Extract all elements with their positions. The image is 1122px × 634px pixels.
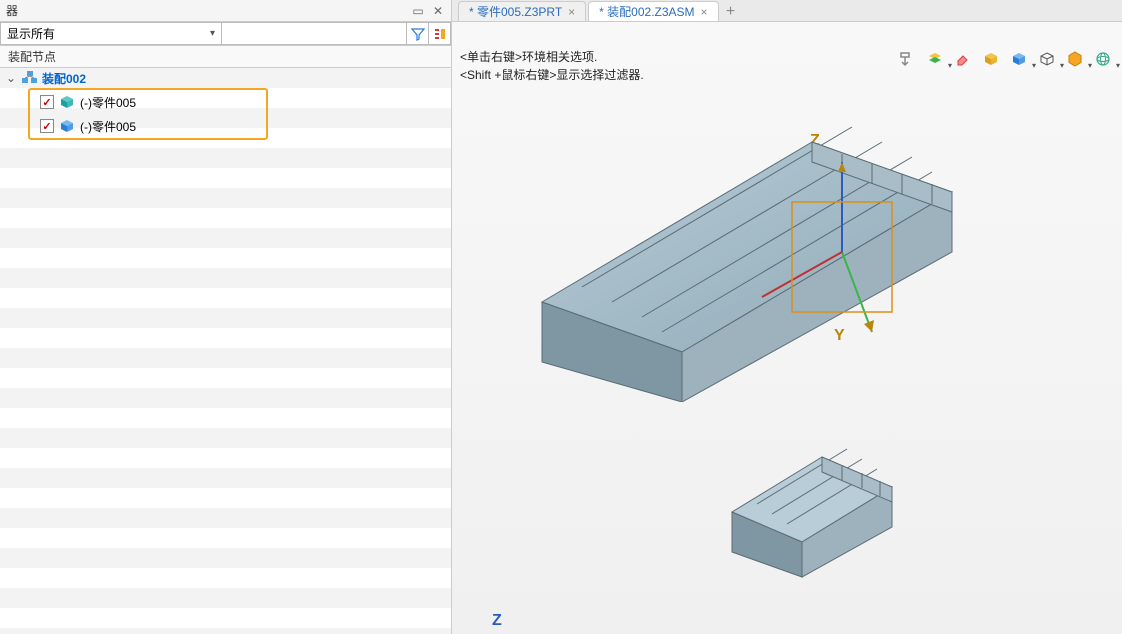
tree-subheader: 装配节点 [0, 46, 451, 68]
close-icon[interactable]: × [568, 5, 575, 19]
tab-label: * 零件005.Z3PRT [469, 3, 562, 20]
hex-icon[interactable]: ▾ [1064, 48, 1086, 70]
solid-cube-icon[interactable] [980, 48, 1002, 70]
model-assembly-large[interactable] [492, 102, 972, 402]
hint-line: <单击右键>环境相关选项. [460, 48, 644, 66]
panel-title: 器 [6, 2, 18, 19]
hint-line: <Shift +鼠标右键>显示选择过滤器. [460, 66, 644, 84]
tab-label: * 装配002.Z3ASM [599, 3, 694, 20]
import-icon[interactable] [896, 48, 918, 70]
filter-dropdown-label: 显示所有 [7, 25, 55, 42]
close-icon[interactable]: × [701, 5, 708, 19]
wire-cube-icon[interactable]: ▾ [1036, 48, 1058, 70]
globe-icon[interactable]: ▾ [1092, 48, 1114, 70]
checkbox-checked-icon[interactable]: ✓ [40, 119, 54, 133]
viewport-toolbar: ▾ ▾ ▾ ▾ ▾ [896, 48, 1114, 70]
tree-child-row[interactable]: ✓ (-)零件005 [30, 114, 266, 138]
axis-z2-label: Z [492, 612, 502, 630]
list-settings-icon[interactable] [429, 22, 451, 45]
viewport-3d[interactable]: <单击右键>环境相关选项. <Shift +鼠标右键>显示选择过滤器. ▾ ▾ … [452, 22, 1122, 634]
filter-input[interactable] [222, 22, 407, 45]
tree-child-row[interactable]: ✓ (-)零件005 [30, 90, 266, 114]
panel-header: 器 ▭ ✕ [0, 0, 451, 22]
tree-root-label: 装配002 [42, 70, 86, 87]
tree-child-label: (-)零件005 [80, 118, 136, 135]
blue-cube-icon[interactable]: ▾ [1008, 48, 1030, 70]
tab-part[interactable]: * 零件005.Z3PRT × [458, 1, 586, 21]
filter-row: 显示所有 ▾ [0, 22, 451, 46]
layers-icon[interactable]: ▾ [924, 48, 946, 70]
part-icon [60, 119, 74, 133]
left-panel: 器 ▭ ✕ 显示所有 ▾ 装配节点 ⌄ 装配002 [0, 0, 452, 634]
panel-close-icon[interactable]: ✕ [431, 4, 445, 18]
tree: ⌄ 装配002 ✓ (-)零件005 ✓ (-)零件005 [0, 68, 451, 634]
part-icon [60, 95, 74, 109]
tab-assembly[interactable]: * 装配002.Z3ASM × [588, 1, 718, 21]
right-panel: * 零件005.Z3PRT × * 装配002.Z3ASM × + <单击右键>… [452, 0, 1122, 634]
tab-bar: * 零件005.Z3PRT × * 装配002.Z3ASM × + [452, 0, 1122, 22]
highlighted-children: ✓ (-)零件005 ✓ (-)零件005 [28, 88, 268, 140]
model-assembly-small[interactable] [712, 402, 912, 582]
filter-dropdown[interactable]: 显示所有 ▾ [0, 22, 222, 45]
assembly-icon [22, 71, 38, 85]
checkbox-checked-icon[interactable]: ✓ [40, 95, 54, 109]
tree-root-row[interactable]: ⌄ 装配002 [0, 68, 451, 88]
panel-restore-icon[interactable]: ▭ [411, 4, 425, 18]
funnel-icon[interactable] [407, 22, 429, 45]
viewport-hint: <单击右键>环境相关选项. <Shift +鼠标右键>显示选择过滤器. [460, 48, 644, 84]
chevron-down-icon: ▾ [210, 28, 215, 39]
tab-add-button[interactable]: + [721, 3, 741, 21]
eraser-icon[interactable] [952, 48, 974, 70]
expand-icon[interactable]: ⌄ [6, 71, 18, 85]
tree-child-label: (-)零件005 [80, 94, 136, 111]
